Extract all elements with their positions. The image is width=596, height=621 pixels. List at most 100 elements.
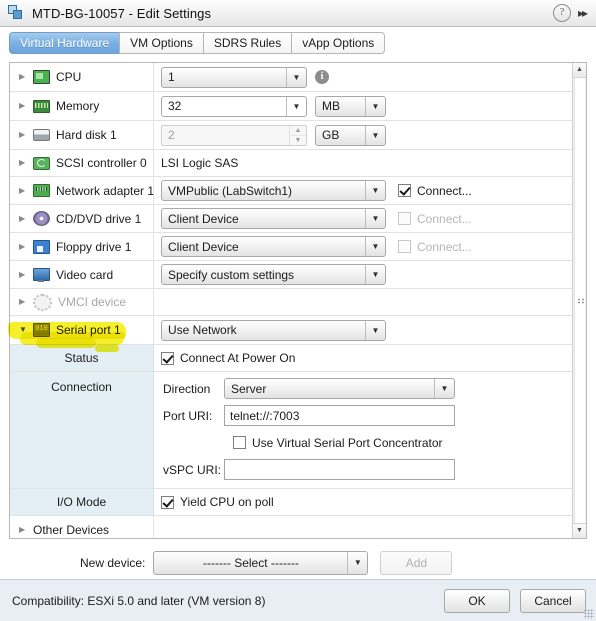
device-label-cell-memory[interactable]: ▶ Memory [10, 92, 154, 120]
checkbox-box[interactable] [161, 495, 174, 509]
chevron-down-icon[interactable]: ▼ [286, 96, 306, 116]
stepper-up-icon[interactable]: ▲ [290, 126, 306, 136]
tab-vm-options[interactable]: VM Options [119, 32, 203, 54]
device-name-hard-disk: Hard disk 1 [56, 128, 117, 142]
serial-port-type-value: Use Network [168, 323, 237, 337]
stepper-buttons[interactable]: ▲ ▼ [289, 125, 306, 145]
expand-arrow-icon[interactable]: ▶ [19, 73, 29, 81]
new-device-dropdown[interactable]: ------- Select ------- ▼ [153, 550, 369, 575]
port-uri-input[interactable]: telnet://:7003 [224, 405, 455, 426]
device-list: ▶ CPU 1 ▼ i ▶ Memory 32 ▼ MB ▼ ▶ Hard di… [10, 63, 573, 538]
collapse-arrow-icon[interactable]: ▼ [19, 326, 29, 334]
device-label-cell-floppy-drive[interactable]: ▶ Floppy drive 1 [10, 233, 154, 260]
device-label-cell-cddvd-drive[interactable]: ▶ CD/DVD drive 1 [10, 205, 154, 232]
hard-disk-unit-dropdown[interactable]: GB ▼ [315, 124, 386, 146]
scrollbar-thumb[interactable] [574, 78, 585, 523]
chevron-down-icon[interactable]: ▼ [434, 379, 454, 398]
add-device-button[interactable]: Add [380, 550, 453, 575]
device-list-scrollbar[interactable]: ▲ ▼ [572, 63, 586, 538]
chevron-down-icon[interactable]: ▼ [365, 96, 385, 116]
cpu-count-dropdown[interactable]: 1 ▼ [161, 66, 307, 88]
resize-grip-icon[interactable] [584, 609, 594, 619]
cancel-button[interactable]: Cancel [520, 588, 586, 613]
chevron-down-icon[interactable]: ▼ [365, 181, 385, 200]
device-row-video-card[interactable]: ▶ Video card Specify custom settings ▼ [10, 261, 573, 289]
scroll-down-button[interactable]: ▼ [573, 523, 586, 538]
device-row-serial-port[interactable]: ▼ 010 Serial port 1 Use Network ▼ [10, 316, 573, 345]
tab-sdrs-rules[interactable]: SDRS Rules [202, 32, 292, 54]
virtual-hardware-panel: ▶ CPU 1 ▼ i ▶ Memory 32 ▼ MB ▼ ▶ Hard di… [9, 62, 587, 539]
expand-arrow-icon[interactable]: ▶ [19, 525, 29, 534]
device-label-cell-cpu[interactable]: ▶ CPU [10, 63, 154, 91]
chevron-down-icon[interactable]: ▼ [365, 125, 385, 145]
device-row-cddvd-drive[interactable]: ▶ CD/DVD drive 1 Client Device ▼ Connect… [10, 205, 573, 233]
device-value-cell-vmci-device [154, 289, 573, 315]
device-row-cpu[interactable]: ▶ CPU 1 ▼ i [10, 63, 573, 92]
cddvd-icon [33, 211, 50, 226]
chevron-down-icon[interactable]: ▼ [365, 265, 385, 284]
expand-arrow-icon[interactable]: ▶ [19, 242, 29, 251]
checkbox-box[interactable] [161, 351, 174, 365]
checkbox-box [398, 240, 411, 253]
expand-arrow-icon[interactable]: ▶ [19, 159, 29, 167]
serial-port-connection-row: Connection Direction Server ▼ Port URI: … [10, 372, 573, 489]
device-value-cell-cddvd-drive: Client Device ▼ Connect... [154, 205, 573, 232]
cddvd-device-value: Client Device [168, 211, 239, 226]
info-icon[interactable]: i [315, 70, 329, 84]
vspc-checkbox-label: Use Virtual Serial Port Concentrator [252, 435, 443, 450]
device-row-hard-disk[interactable]: ▶ Hard disk 1 2 ▲ ▼ GB ▼ [10, 121, 573, 150]
tab-vapp-options[interactable]: vApp Options [291, 32, 386, 54]
expand-chevrons-icon[interactable]: ▸▸ [578, 6, 590, 20]
memory-size-input[interactable]: 32 ▼ [161, 95, 307, 117]
video-card-settings-dropdown[interactable]: Specify custom settings ▼ [161, 264, 386, 285]
connect-at-power-on-checkbox[interactable]: Connect At Power On [161, 351, 295, 365]
io-mode-label: I/O Mode [10, 489, 154, 515]
expand-arrow-icon[interactable]: ▶ [19, 102, 29, 110]
device-row-vmci-device[interactable]: ▶ VMCI device [10, 289, 573, 316]
chevron-down-icon[interactable]: ▼ [365, 237, 385, 256]
device-label-cell-video-card[interactable]: ▶ Video card [10, 261, 154, 288]
device-label-cell-other-devices[interactable]: ▶ Other Devices [10, 516, 154, 538]
dialog-footer: Compatibility: ESXi 5.0 and later (VM ve… [0, 579, 596, 621]
device-row-memory[interactable]: ▶ Memory 32 ▼ MB ▼ [10, 92, 573, 121]
serial-port-type-dropdown[interactable]: Use Network ▼ [161, 319, 386, 341]
chevron-down-icon[interactable]: ▼ [365, 209, 385, 228]
memory-unit-dropdown[interactable]: MB ▼ [315, 95, 386, 117]
device-label-cell-network-adapter[interactable]: ▶ Network adapter 1 [10, 177, 154, 204]
device-label-cell-hard-disk[interactable]: ▶ Hard disk 1 [10, 121, 154, 149]
chevron-down-icon[interactable]: ▼ [286, 67, 306, 87]
vspc-uri-input[interactable] [224, 459, 455, 480]
device-row-floppy-drive[interactable]: ▶ Floppy drive 1 Client Device ▼ Connect… [10, 233, 573, 261]
device-row-scsi-controller[interactable]: ▶ SCSI controller 0 LSI Logic SAS [10, 150, 573, 177]
scroll-up-button[interactable]: ▲ [573, 63, 586, 78]
cddvd-device-dropdown[interactable]: Client Device ▼ [161, 208, 386, 229]
yield-cpu-on-poll-checkbox[interactable]: Yield CPU on poll [161, 495, 274, 509]
device-value-cell-floppy-drive: Client Device ▼ Connect... [154, 233, 573, 260]
checkbox-box[interactable] [233, 436, 246, 449]
expand-arrow-icon[interactable]: ▶ [19, 298, 29, 306]
chevron-down-icon[interactable]: ▼ [347, 551, 367, 574]
expand-arrow-icon[interactable]: ▶ [19, 186, 29, 195]
chevron-down-icon[interactable]: ▼ [365, 320, 385, 340]
network-connect-checkbox[interactable]: Connect... [398, 184, 472, 198]
device-label-cell-serial-port[interactable]: ▼ 010 Serial port 1 [10, 316, 154, 344]
network-connect-label: Connect... [417, 183, 472, 198]
expand-arrow-icon[interactable]: ▶ [19, 214, 29, 223]
floppy-device-dropdown[interactable]: Client Device ▼ [161, 236, 386, 257]
network-adapter-dropdown[interactable]: VMPublic (LabSwitch1) ▼ [161, 180, 386, 201]
device-label-cell-scsi-controller[interactable]: ▶ SCSI controller 0 [10, 150, 154, 176]
device-row-other-devices[interactable]: ▶ Other Devices [10, 516, 573, 538]
ok-button[interactable]: OK [444, 588, 510, 613]
cddvd-connect-label: Connect... [417, 211, 472, 226]
device-label-cell-vmci-device[interactable]: ▶ VMCI device [10, 289, 154, 315]
use-virtual-serial-port-concentrator-checkbox[interactable]: Use Virtual Serial Port Concentrator [233, 436, 443, 450]
checkbox-box[interactable] [398, 184, 411, 197]
help-icon[interactable]: ? [552, 4, 571, 22]
expand-arrow-icon[interactable]: ▶ [19, 270, 29, 279]
stepper-down-icon[interactable]: ▼ [290, 136, 306, 145]
expand-arrow-icon[interactable]: ▶ [19, 131, 29, 139]
direction-dropdown[interactable]: Server ▼ [224, 378, 455, 399]
device-row-network-adapter[interactable]: ▶ Network adapter 1 VMPublic (LabSwitch1… [10, 177, 573, 205]
tab-virtual-hardware[interactable]: Virtual Hardware [9, 32, 120, 54]
hard-disk-size-stepper[interactable]: 2 ▲ ▼ [161, 124, 307, 146]
